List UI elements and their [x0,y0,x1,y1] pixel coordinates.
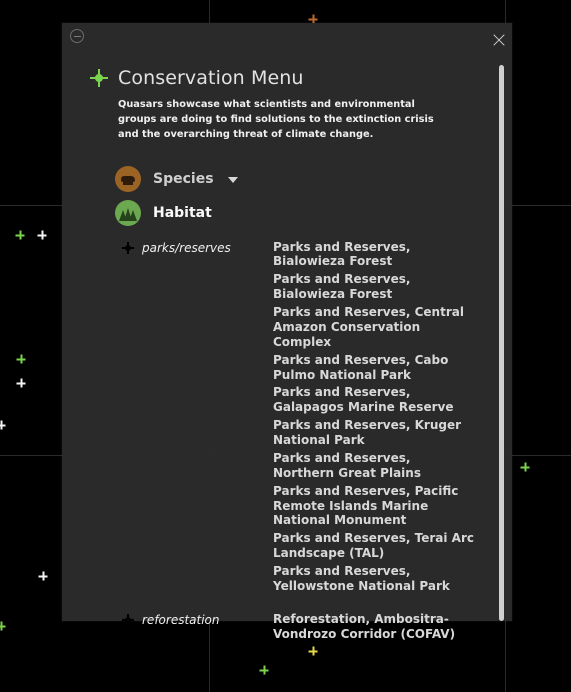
group-name: reforestation [142,612,220,627]
group-items: Reforestation, Ambositra-Vondrozo Corrid… [273,612,480,642]
menu-description: Quasars showcase what scientists and env… [118,99,434,141]
list-item[interactable]: Parks and Reserves, Yellowstone National… [273,564,474,594]
species-menu-item[interactable]: Species [115,162,480,196]
black-star-icon [122,614,134,626]
list-item[interactable]: Parks and Reserves, Northern Great Plain… [273,451,474,481]
black-star-icon [122,242,134,254]
habitat-group-parks-reserves: parks/reserves Parks and Reserves, Bialo… [90,240,480,594]
white-star-icon [39,572,48,581]
list-item[interactable]: Reforestation, Ambositra-Vondrozo Corrid… [273,612,474,642]
green-star-icon [16,231,25,240]
habitat-groups: parks/reserves Parks and Reserves, Bialo… [90,240,480,642]
list-item[interactable]: Parks and Reserves, Pacific Remote Islan… [273,484,474,529]
menu-content: Conservation Menu Quasars showcase what … [90,67,480,642]
habitat-label: Habitat [153,204,212,221]
conservation-menu-panel: Conservation Menu Quasars showcase what … [62,23,512,641]
yellow-star-icon [309,647,318,656]
quasar-star-icon [90,69,108,87]
white-star-icon [0,421,6,430]
green-star-icon [521,463,530,472]
habitat-menu-item[interactable]: Habitat [115,196,480,230]
starfield-background: Conservation Menu Quasars showcase what … [0,0,571,692]
white-star-icon [38,231,47,240]
group-name: parks/reserves [142,240,231,255]
list-item[interactable]: Parks and Reserves, Central Amazon Conse… [273,305,474,350]
group-heading: reforestation [90,612,275,627]
page-title: Conservation Menu [118,67,304,89]
list-item[interactable]: Parks and Reserves, Terai Arc Landscape … [273,531,474,561]
list-item[interactable]: Parks and Reserves, Cabo Pulmo National … [273,353,474,383]
white-star-icon [17,379,26,388]
habitat-group-reforestation: reforestation Reforestation, Ambositra-V… [90,612,480,642]
species-label: Species [153,170,214,187]
scrollbar[interactable] [499,65,504,621]
menu-nav: Species Habitat [115,162,480,230]
list-item[interactable]: Parks and Reserves, Bialowieza Forest [273,240,474,270]
chevron-down-icon [227,176,238,183]
collapse-icon[interactable] [70,29,84,43]
green-star-icon [260,666,269,675]
bear-icon [115,165,141,192]
group-items: Parks and Reserves, Bialowieza Forest Pa… [273,240,480,594]
group-heading: parks/reserves [90,240,275,255]
close-icon[interactable] [493,34,505,46]
green-star-icon [17,355,26,364]
list-item[interactable]: Parks and Reserves, Bialowieza Forest [273,272,474,302]
forest-icon [115,199,141,226]
list-item[interactable]: Parks and Reserves, Kruger National Park [273,418,474,448]
green-star-icon [0,622,6,631]
list-item[interactable]: Parks and Reserves, Galapagos Marine Res… [273,385,474,415]
menu-header: Conservation Menu [90,67,480,89]
